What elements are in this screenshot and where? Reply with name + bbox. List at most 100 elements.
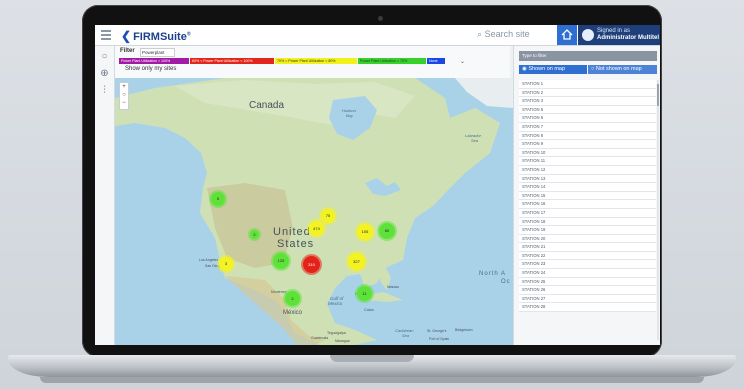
station-row[interactable]: STATION 27 — [519, 294, 656, 304]
station-row[interactable]: STATION 10 — [519, 148, 656, 158]
type-to-filter-input[interactable]: Type to filter — [519, 51, 657, 61]
map-cluster[interactable]: 310 — [303, 256, 320, 273]
legend-60-100[interactable]: 60% < Power Plant Utilization < 100% — [190, 58, 274, 64]
station-row[interactable]: STATION 22 — [519, 251, 656, 261]
station-row[interactable]: STATION 24 — [519, 269, 656, 278]
station-row[interactable]: STATION 11 — [519, 157, 656, 166]
station-row[interactable]: STATION 6 — [519, 114, 656, 123]
shown-on-map-label: Shown on map — [528, 66, 566, 72]
app-logo[interactable]: ❮ FIRMSuite® — [121, 29, 191, 43]
zoom-reset-button[interactable]: ○ — [120, 91, 128, 99]
signin-label: Signed in as — [597, 28, 631, 34]
filter-select[interactable]: Powerplant — [140, 48, 175, 57]
map-cluster[interactable]: 327 — [348, 253, 365, 270]
not-shown-on-map-toggle[interactable]: ○ Not shown on map — [588, 65, 657, 74]
zoom-in-button[interactable]: + — [120, 83, 128, 91]
menu-icon[interactable] — [101, 30, 111, 40]
zoom-out-button[interactable]: − — [120, 99, 128, 107]
label-sea: Sea — [471, 138, 479, 143]
cluster-count: 5 — [216, 196, 220, 201]
label-north-atlantic: North A — [479, 271, 507, 277]
cluster-count: 3 — [224, 261, 228, 266]
user-menu[interactable]: Signed in as Administrator Multitel — [578, 25, 660, 45]
label-port-of-spain: Port of Spain — [429, 337, 450, 341]
station-row[interactable]: STATION 13 — [519, 174, 656, 184]
label-tegucigalpa: Tegucigalpa — [327, 331, 346, 335]
label-guatemala: Guatemala — [311, 336, 329, 340]
legend-over-100[interactable]: Power Plant Utilization > 100% — [119, 58, 189, 64]
camera — [378, 16, 383, 21]
station-row[interactable]: STATION 9 — [519, 140, 656, 149]
station-row[interactable]: STATION 5 — [519, 105, 656, 115]
search-placeholder: Search site — [484, 29, 530, 39]
chevron-down-icon[interactable]: ⌄ — [460, 58, 465, 65]
zoom-controls: + ○ − — [119, 82, 129, 110]
map-cluster[interactable]: 60 — [379, 223, 395, 239]
map-landmass — [115, 78, 513, 345]
station-row[interactable]: STATION 17 — [519, 208, 656, 218]
label-los-angeles: Los Angeles — [199, 258, 219, 262]
map-cluster[interactable]: 2 — [250, 230, 259, 239]
shown-on-map-toggle[interactable]: ◉ Shown on map — [519, 65, 587, 74]
station-row[interactable]: STATION 12 — [519, 165, 656, 175]
station-row[interactable]: STATION 2 — [519, 88, 656, 98]
station-row[interactable]: STATION 15 — [519, 191, 656, 201]
cluster-count: 2 — [253, 232, 256, 237]
station-row[interactable]: STATION 18 — [519, 217, 656, 227]
sliders-icon[interactable]: ⫶ — [99, 85, 110, 96]
station-row[interactable]: STATION 25 — [519, 277, 656, 287]
station-row[interactable]: STATION 8 — [519, 131, 656, 141]
label-caribbean-sea: Sea — [402, 333, 410, 338]
legend-under-70[interactable]: Power Plant Utilization < 70% — [358, 58, 426, 64]
scroll-thumb[interactable] — [657, 84, 659, 106]
station-row[interactable]: STATION 28 — [519, 303, 656, 313]
home-button[interactable] — [557, 25, 577, 45]
station-row[interactable]: STATION 20 — [519, 234, 656, 244]
cluster-count: 60 — [384, 228, 390, 233]
cluster-count: 105 — [361, 229, 369, 234]
station-row[interactable]: STATION 23 — [519, 260, 656, 270]
map-cluster[interactable]: 11 — [357, 286, 372, 301]
laptop-notch — [330, 355, 414, 362]
cluster-count: 11 — [362, 291, 367, 296]
station-row[interactable]: STATION 16 — [519, 200, 656, 209]
search-input[interactable]: ⌕ Search site — [477, 29, 530, 40]
label-mexico: México — [283, 310, 303, 316]
add-icon[interactable]: ⊕ — [99, 68, 110, 79]
left-rail: ○ ⊕ ⫶ — [95, 46, 115, 345]
station-row[interactable]: STATION 19 — [519, 226, 656, 235]
label-bridgetown: Bridgetown — [455, 328, 473, 332]
legend-70-80[interactable]: 70% < Power Plant Utilization < 80% — [275, 58, 357, 64]
label-nassau: Nassau — [387, 285, 399, 289]
station-row[interactable]: STATION 21 — [519, 243, 656, 252]
station-list: STATION 1 STATION 2 STATION 3 STATION 5 STAT… — [519, 80, 656, 345]
station-row[interactable]: STATION 26 — [519, 286, 656, 295]
label-gulf-mexico: Mexico — [328, 301, 343, 306]
map-cluster[interactable]: 3 — [219, 257, 233, 271]
cluster-count: 310 — [308, 262, 315, 267]
map-cluster[interactable]: 105 — [357, 224, 373, 240]
scrollbar[interactable] — [657, 80, 659, 340]
avatar — [582, 29, 594, 41]
station-row[interactable]: STATION 14 — [519, 183, 656, 192]
map-cluster[interactable]: 5 — [211, 192, 225, 206]
cluster-count: 125 — [277, 258, 285, 263]
logo-trademark: ® — [186, 31, 191, 38]
filter-bar: Filter Powerplant Power Plant Utilizatio… — [115, 46, 510, 78]
station-row[interactable]: STATION 7 — [519, 122, 656, 132]
label-ocean: Oc — [501, 279, 511, 285]
filter-label: Filter — [120, 48, 135, 54]
map[interactable]: + ○ − Canada Hudson Bay Labrador Sea Uni… — [115, 78, 513, 345]
cluster-count: 2 — [291, 296, 294, 301]
map-cluster[interactable]: 474 — [309, 221, 324, 236]
map-cluster[interactable]: 125 — [273, 253, 289, 269]
radio-checked-icon: ◉ — [522, 66, 527, 72]
station-row[interactable]: STATION 3 — [519, 97, 656, 106]
screen: ❮ FIRMSuite® ⌕ Search site Signed in as A… — [95, 25, 660, 345]
search-icon[interactable]: ○ — [99, 51, 110, 62]
legend-none[interactable]: None — [427, 58, 445, 64]
cluster-count: 327 — [353, 259, 360, 264]
show-only-my-sites[interactable]: Show only my sites — [125, 66, 176, 72]
station-row[interactable]: STATION 1 — [519, 80, 656, 89]
map-cluster[interactable]: 2 — [285, 291, 300, 306]
